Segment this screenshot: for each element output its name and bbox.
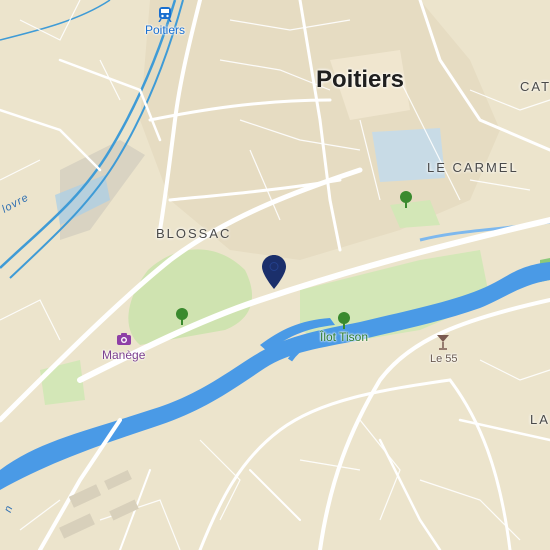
tree-icon[interactable] [398, 190, 414, 213]
tree-icon[interactable] [174, 307, 190, 330]
poi-label-le-55[interactable]: Le 55 [430, 353, 458, 365]
district-label-cat-partial[interactable]: CAT [520, 79, 550, 94]
district-label-blossac[interactable]: BLOSSAC [156, 226, 231, 241]
district-label-la-partial[interactable]: LA [530, 412, 550, 427]
map-canvas[interactable]: Poitiers BLOSSAC LE CARMEL CAT LA lovre … [0, 0, 550, 550]
poi-label-ilot-tison[interactable]: Îlot Tison [320, 330, 368, 344]
location-pin-icon[interactable] [262, 255, 286, 294]
city-label[interactable]: Poitiers [316, 66, 404, 94]
poi-label-manege[interactable]: Manège [102, 348, 145, 362]
district-label-le-carmel[interactable]: LE CARMEL [427, 160, 519, 175]
poi-label-station[interactable]: Poitiers [145, 23, 185, 37]
cocktail-glass-icon[interactable] [436, 334, 450, 355]
